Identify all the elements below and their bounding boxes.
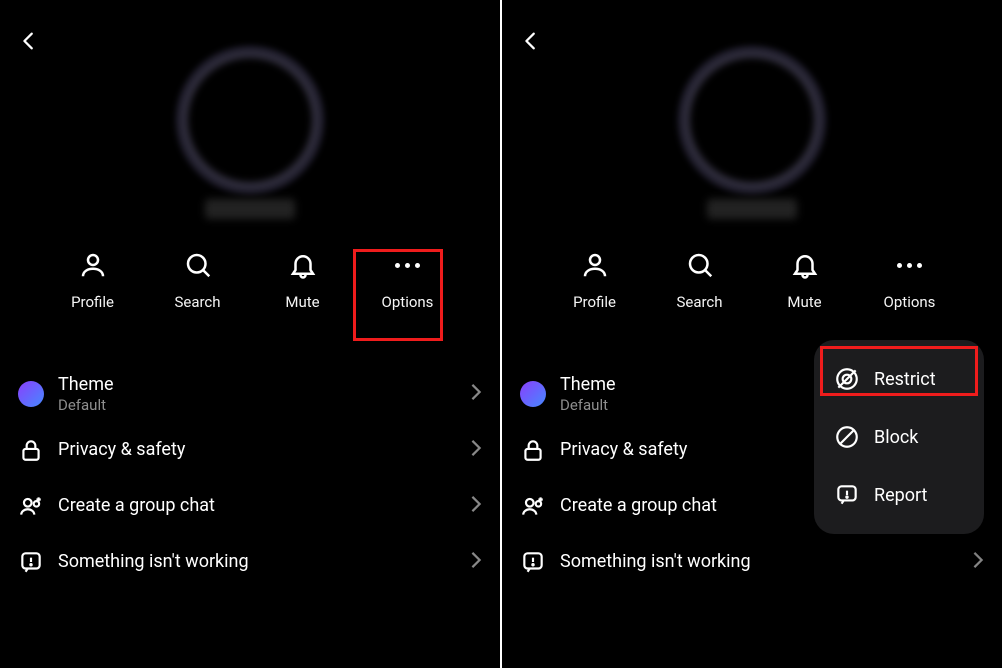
mute-action[interactable]: Mute [263,247,343,311]
search-action[interactable]: Search [660,247,740,311]
group-title: Create a group chat [58,495,470,517]
options-action[interactable]: Options [368,247,448,311]
theme-row[interactable]: Theme Default [18,366,482,422]
back-button[interactable] [18,30,40,56]
options-action[interactable]: Options [870,247,950,311]
chevron-right-icon [470,383,482,405]
profile-label: Profile [573,293,616,311]
group-row[interactable]: Create a group chat [18,478,482,534]
chevron-right-icon [470,551,482,573]
restrict-label: Restrict [874,369,936,390]
privacy-row[interactable]: Privacy & safety [18,422,482,478]
mute-action[interactable]: Mute [765,247,845,311]
panel-right: Profile Search Mute Options [502,0,1002,668]
theme-title: Theme [58,374,470,396]
report-chat-icon [834,482,860,508]
group-add-icon [18,493,58,519]
chevron-right-icon [972,551,984,573]
back-button[interactable] [520,30,542,56]
search-label: Search [676,293,722,311]
mute-label: Mute [787,293,821,311]
working-title: Something isn't working [560,551,972,573]
report-icon [18,549,58,575]
ellipsis-icon [897,247,922,283]
profile-icon [78,247,108,283]
chevron-right-icon [470,495,482,517]
bell-icon [790,247,820,283]
report-item[interactable]: Report [814,466,984,524]
theme-icon [520,381,560,407]
block-icon [834,424,860,450]
privacy-title: Privacy & safety [58,439,470,461]
block-item[interactable]: Block [814,408,984,466]
avatar[interactable] [687,55,817,185]
options-label: Options [884,293,936,311]
mute-label: Mute [285,293,319,311]
profile-label: Profile [71,293,114,311]
username-blur [707,199,797,219]
bell-icon [288,247,318,283]
chevron-right-icon [470,439,482,461]
working-title: Something isn't working [58,551,470,573]
lock-icon [520,437,560,463]
working-row[interactable]: Something isn't working [18,534,482,590]
restrict-item[interactable]: Restrict [814,350,984,408]
group-add-icon [520,493,560,519]
report-label: Report [874,485,927,506]
lock-icon [18,437,58,463]
profile-action[interactable]: Profile [53,247,133,311]
search-action[interactable]: Search [158,247,238,311]
theme-sub: Default [58,396,470,414]
profile-action[interactable]: Profile [555,247,635,311]
username-blur [205,199,295,219]
options-popup: Restrict Block Report [814,340,984,534]
avatar[interactable] [185,55,315,185]
panel-left: Profile Search Mute Options [0,0,500,668]
restrict-icon [834,366,860,392]
ellipsis-icon [395,247,420,283]
search-icon [685,247,715,283]
theme-icon [18,381,58,407]
options-label: Options [382,293,434,311]
block-label: Block [874,427,918,448]
report-icon [520,549,560,575]
profile-icon [580,247,610,283]
search-icon [183,247,213,283]
working-row[interactable]: Something isn't working [520,534,984,590]
search-label: Search [174,293,220,311]
